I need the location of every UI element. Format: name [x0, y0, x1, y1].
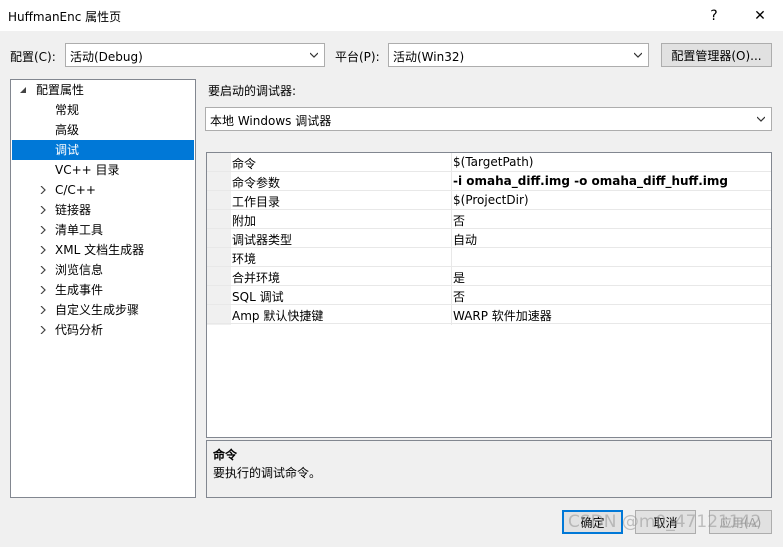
- property-value[interactable]: 是: [453, 269, 465, 286]
- tree-item[interactable]: 代码分析: [12, 320, 194, 340]
- tree-item[interactable]: XML 文档生成器: [12, 240, 194, 260]
- tree-item-label: C/C++: [55, 183, 96, 197]
- grid-row[interactable]: 合并环境 是: [207, 267, 771, 286]
- tree-item[interactable]: 高级: [12, 120, 194, 140]
- property-tree[interactable]: 配置属性 常规高级调试 VC++ 目录 C/C++ 链接器清单工具 XML 文档生成器浏…: [10, 79, 196, 498]
- description-title: 命令: [213, 448, 238, 462]
- grid-row[interactable]: 附加 否: [207, 210, 771, 229]
- property-name: SQL 调试: [232, 290, 284, 304]
- debugger-select[interactable]: 本地 Windows 调试器: [205, 107, 772, 131]
- chevron-down-icon: [310, 52, 318, 58]
- help-button[interactable]: ?: [694, 0, 734, 31]
- chevron-down-icon: [757, 116, 765, 122]
- tree-item[interactable]: 清单工具: [12, 220, 194, 240]
- tree-item[interactable]: 常规: [12, 100, 194, 120]
- property-name: 环境: [232, 252, 257, 266]
- watermark: CSDN @m0_47121142: [568, 512, 762, 532]
- tree-item-label: 调试: [55, 143, 80, 157]
- property-value[interactable]: 否: [453, 212, 465, 229]
- config-manager-button[interactable]: 配置管理器(O)...: [661, 43, 772, 67]
- expand-triangle-icon[interactable]: [38, 300, 48, 320]
- tree-item-label: 代码分析: [55, 323, 104, 337]
- tree-item-label: 常规: [55, 103, 80, 117]
- debugger-select-value: 本地 Windows 调试器: [210, 114, 332, 128]
- platform-label: 平台(P):: [335, 50, 380, 64]
- property-name: 命令参数: [232, 176, 281, 190]
- tree-item[interactable]: C/C++: [12, 180, 194, 200]
- property-value[interactable]: 自动: [453, 231, 477, 248]
- grid-column-divider[interactable]: [451, 153, 452, 325]
- property-name: 调试器类型: [232, 233, 293, 247]
- tree-item[interactable]: 浏览信息: [12, 260, 194, 280]
- property-value[interactable]: $(ProjectDir): [453, 193, 529, 207]
- chevron-down-icon: [634, 52, 642, 58]
- platform-select-value: 活动(Win32): [393, 50, 465, 64]
- tree-item-label: 高级: [55, 123, 80, 137]
- window-title: HuffmanEnc 属性页: [8, 10, 122, 24]
- config-select-value: 活动(Debug): [70, 50, 143, 64]
- expand-triangle-icon[interactable]: [38, 240, 48, 260]
- property-value[interactable]: -i omaha_diff.img -o omaha_diff_huff.img: [453, 174, 728, 188]
- property-name: 合并环境: [232, 271, 281, 285]
- tree-item-label: 清单工具: [55, 223, 104, 237]
- property-name: 命令: [232, 157, 257, 171]
- debugger-label: 要启动的调试器:: [208, 84, 297, 98]
- tree-item[interactable]: 生成事件: [12, 280, 194, 300]
- grid-row[interactable]: Amp 默认快捷键 WARP 软件加速器: [207, 305, 771, 324]
- property-name: 附加: [232, 214, 257, 228]
- tree-item-label: 浏览信息: [55, 263, 104, 277]
- config-select[interactable]: 活动(Debug): [65, 43, 325, 67]
- property-value[interactable]: 否: [453, 288, 465, 305]
- property-name: 工作目录: [232, 195, 281, 209]
- property-value[interactable]: WARP 软件加速器: [453, 307, 552, 324]
- expand-triangle-icon[interactable]: [38, 200, 48, 220]
- tree-item-label: 链接器: [55, 203, 92, 217]
- tree-root-item[interactable]: 配置属性: [12, 80, 194, 100]
- expand-triangle-icon[interactable]: [38, 280, 48, 300]
- tree-root-label: 配置属性: [36, 83, 85, 97]
- collapse-triangle-icon[interactable]: [18, 80, 28, 100]
- grid-row[interactable]: 环境: [207, 248, 771, 267]
- tree-item[interactable]: 链接器: [12, 200, 194, 220]
- grid-row[interactable]: 命令 $(TargetPath): [207, 153, 771, 172]
- tree-item-label: 生成事件: [55, 283, 104, 297]
- grid-row[interactable]: 命令参数 -i omaha_diff.img -o omaha_diff_huff…: [207, 172, 771, 191]
- grid-row[interactable]: 工作目录 $(ProjectDir): [207, 191, 771, 210]
- config-label: 配置(C):: [10, 50, 56, 64]
- tree-item[interactable]: 调试: [12, 140, 194, 160]
- title-bar: HuffmanEnc 属性页 ? ✕: [0, 0, 783, 31]
- tree-item-label: 自定义生成步骤: [55, 303, 140, 317]
- description-text: 要执行的调试命令。: [213, 466, 322, 480]
- grid-row[interactable]: 调试器类型 自动: [207, 229, 771, 248]
- expand-triangle-icon[interactable]: [38, 220, 48, 240]
- expand-triangle-icon[interactable]: [38, 180, 48, 200]
- tree-item-label: VC++ 目录: [55, 163, 120, 177]
- property-name: Amp 默认快捷键: [232, 309, 324, 323]
- description-panel: 命令 要执行的调试命令。: [206, 440, 772, 498]
- tree-item-label: XML 文档生成器: [55, 243, 145, 257]
- platform-select[interactable]: 活动(Win32): [388, 43, 649, 67]
- property-grid[interactable]: 命令 $(TargetPath) 命令参数 -i omaha_diff.img -o …: [206, 152, 772, 438]
- grid-row[interactable]: SQL 调试 否: [207, 286, 771, 305]
- expand-triangle-icon[interactable]: [38, 260, 48, 280]
- tree-item[interactable]: 自定义生成步骤: [12, 300, 194, 320]
- property-value[interactable]: $(TargetPath): [453, 155, 533, 169]
- close-button[interactable]: ✕: [740, 0, 780, 31]
- tree-item[interactable]: VC++ 目录: [12, 160, 194, 180]
- expand-triangle-icon[interactable]: [38, 320, 48, 340]
